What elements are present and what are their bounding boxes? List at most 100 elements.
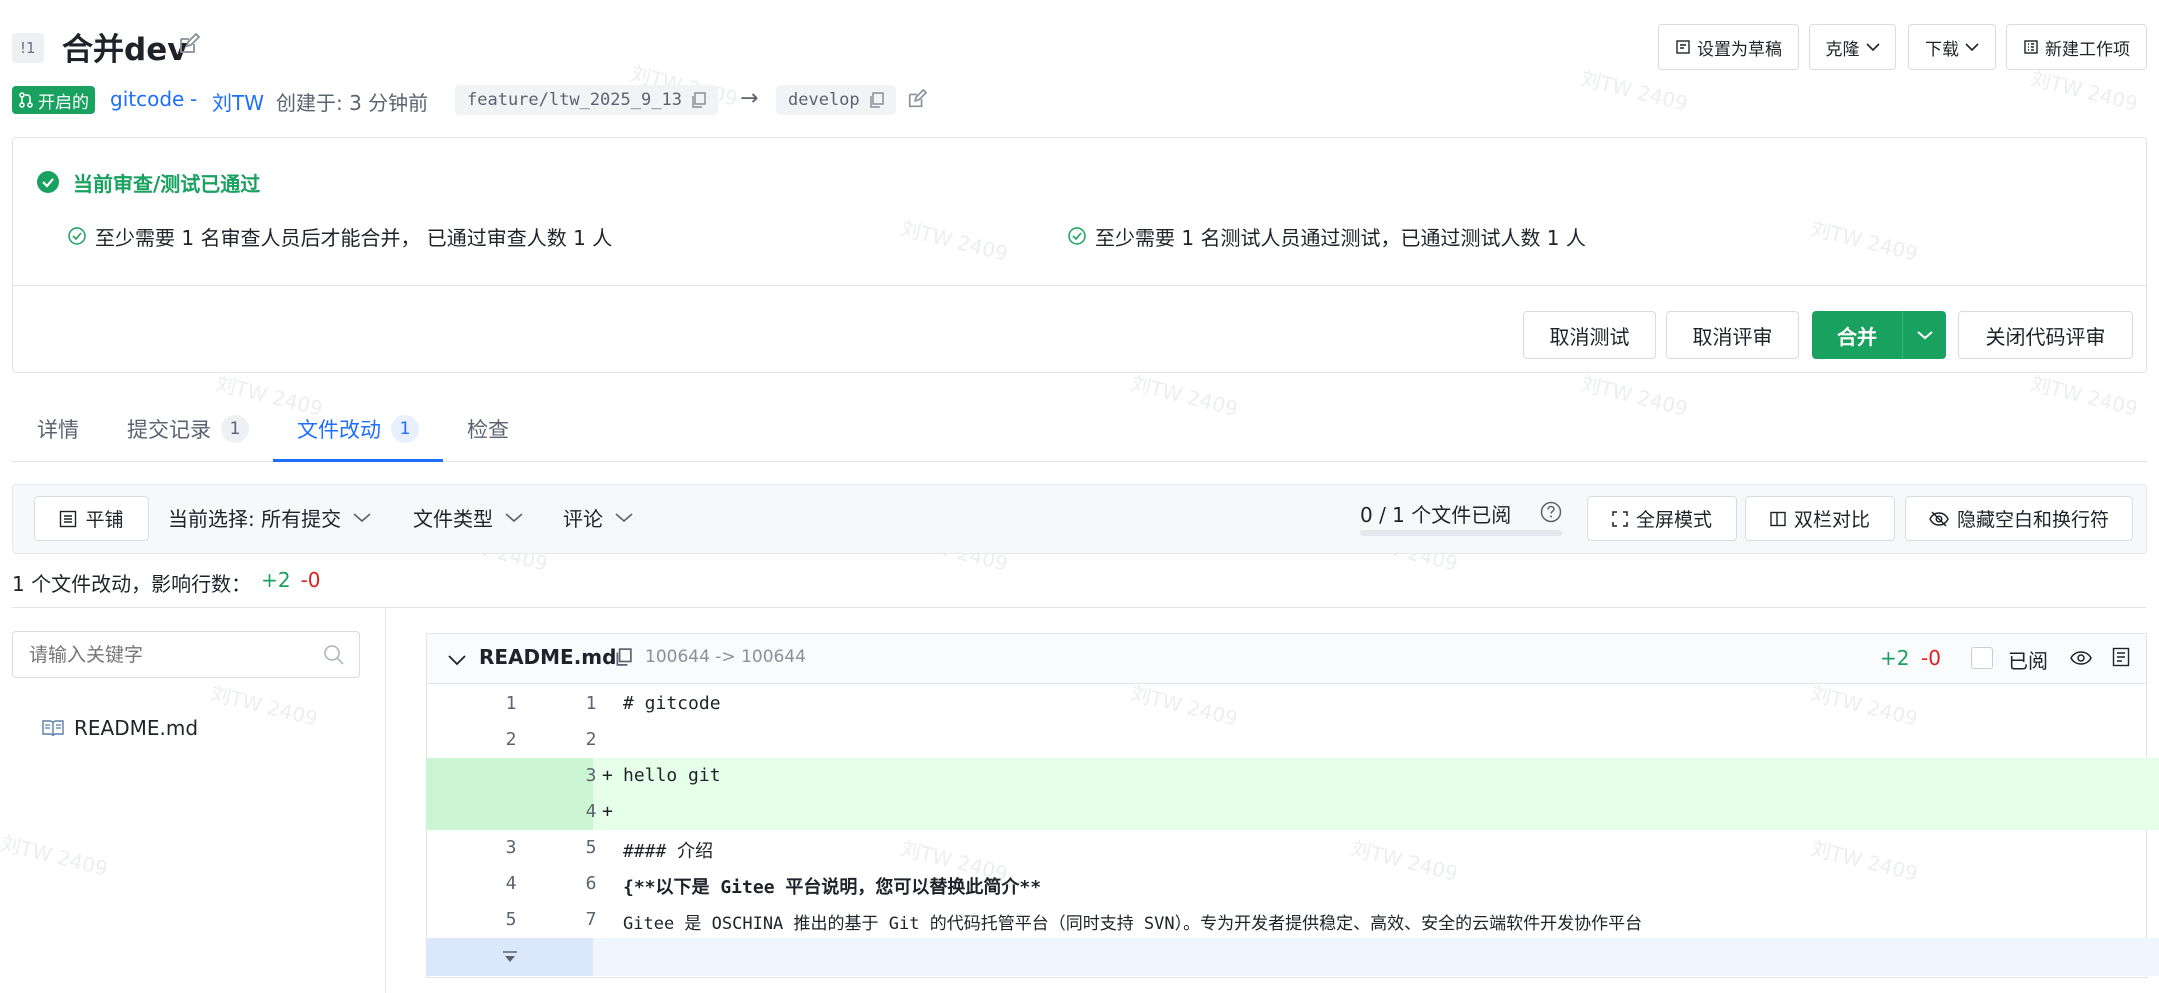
watermark: 刘TW 2409 — [1128, 371, 1241, 421]
set-draft-button[interactable]: 设置为草稿 — [1658, 24, 1799, 70]
status-label: 开启的 — [38, 92, 89, 113]
watermark: 刘TW 2409 — [1578, 371, 1691, 421]
merge-options-button[interactable] — [1903, 311, 1946, 359]
eye-icon[interactable] — [2069, 648, 2093, 668]
watermark: 刘TW 2409 — [0, 831, 111, 881]
tab-details[interactable]: 详情 — [37, 404, 79, 454]
copy-icon[interactable] — [690, 92, 706, 108]
diff-sign — [437, 837, 448, 858]
tab-commits[interactable]: 提交记录 1 — [127, 404, 249, 454]
comments-dropdown[interactable]: 评论 — [563, 503, 633, 532]
old-line-number: 3 — [505, 837, 517, 858]
edit-title-icon[interactable] — [177, 32, 201, 56]
diff-line-code: hello git — [623, 765, 721, 786]
tab-label: 文件改动 — [297, 418, 381, 442]
change-summary-text: 1 个文件改动，影响行数： — [12, 572, 252, 596]
cancel-test-button[interactable]: 取消测试 — [1523, 311, 1656, 359]
page-title: 合并dev — [62, 32, 188, 68]
download-button[interactable]: 下载 — [1908, 24, 1996, 70]
summary-divider — [12, 607, 2147, 608]
diff-sign: + — [602, 765, 613, 786]
copy-icon[interactable] — [613, 647, 633, 667]
clone-button[interactable]: 克隆 — [1809, 24, 1896, 70]
merge-button[interactable]: 合并 — [1812, 311, 1902, 359]
work-item-icon — [2023, 39, 2039, 55]
viewed-checkbox-label[interactable]: 已阅 — [2008, 645, 2048, 674]
file-view-icon[interactable] — [2111, 646, 2131, 668]
diff-line-code: #### 介绍 — [623, 841, 714, 862]
target-branch[interactable]: develop — [776, 85, 896, 115]
close-code-review-button[interactable]: 关闭代码评审 — [1958, 311, 2133, 359]
edit-branch-icon[interactable] — [906, 88, 928, 110]
branch-arrow: → — [740, 86, 759, 111]
author-link[interactable]: 刘TW — [212, 87, 264, 116]
search-icon[interactable] — [323, 644, 345, 666]
hide-whitespace-button[interactable]: 隐藏空白和换行符 — [1905, 496, 2133, 541]
diff-sign — [437, 873, 448, 894]
new-work-item-label: 新建工作项 — [2045, 39, 2130, 60]
change-summary: 1 个文件改动，影响行数： +2 -0 — [12, 568, 321, 597]
diff-line-code: # gitcode — [623, 693, 721, 714]
new-work-item-button[interactable]: 新建工作项 — [2006, 24, 2147, 70]
tab-file-changes[interactable]: 文件改动 1 — [297, 404, 419, 454]
cancel-review-button[interactable]: 取消评审 — [1666, 311, 1799, 359]
expand-lines-button[interactable] — [426, 938, 593, 976]
chevron-down-icon — [505, 512, 523, 523]
diff-sign — [437, 909, 448, 930]
source-branch-label: feature/ltw_2025_9_13 — [467, 90, 682, 110]
review-requirement-text: 至少需要 1 名审查人员后才能合并， 已通过审查人数 1 人 — [95, 226, 613, 250]
comments-label: 评论 — [563, 507, 603, 531]
fullscreen-button[interactable]: 全屏模式 — [1587, 496, 1737, 541]
tab-label: 提交记录 — [127, 418, 211, 442]
old-line-number: 4 — [505, 873, 517, 894]
file-tree-item[interactable]: README.md — [42, 716, 198, 740]
merge-split-button: 合并 — [1812, 311, 1946, 359]
tab-label: 详情 — [37, 418, 79, 442]
expand-lines-row — [426, 938, 2159, 976]
eye-off-icon — [1929, 511, 1949, 527]
chevron-down-icon — [1865, 42, 1880, 52]
set-draft-label: 设置为草稿 — [1697, 39, 1782, 60]
help-icon[interactable] — [1539, 500, 1563, 524]
tab-label: 检查 — [467, 418, 509, 442]
watermark: 刘TW 2409 — [208, 681, 321, 731]
viewed-progress-track — [1360, 530, 1562, 536]
diff-line-code: {**以下是 Gitee 平台说明，您可以替换此简介** — [623, 877, 1042, 898]
split-view-button[interactable]: 双栏对比 — [1745, 496, 1895, 541]
copy-icon[interactable] — [868, 92, 884, 108]
new-line-number: 1 — [585, 693, 597, 714]
diff-sign: + — [602, 801, 613, 822]
file-type-dropdown[interactable]: 文件类型 — [413, 503, 523, 532]
split-view-label: 双栏对比 — [1793, 509, 1870, 531]
commit-selection-label: 当前选择: 所有提交 — [168, 507, 342, 531]
collapse-chevron-icon[interactable] — [447, 650, 467, 670]
file-search-box — [12, 631, 360, 678]
test-requirement-text: 至少需要 1 名测试人员通过测试，已通过测试人数 1 人 — [1095, 226, 1586, 250]
download-label: 下载 — [1925, 39, 1959, 60]
old-line-number: 5 — [505, 909, 517, 930]
chevron-down-icon — [615, 512, 633, 523]
viewed-checkbox[interactable] — [1971, 647, 1993, 669]
file-search-input[interactable] — [13, 632, 313, 677]
diff-added-count: +2 — [1880, 646, 1910, 670]
diff-line: 2 2 — [426, 722, 2159, 758]
flat-view-label: 平铺 — [85, 509, 124, 531]
diff-line: 5 7 Gitee 是 OSCHINA 推出的基于 Git 的代码托管平台（同时… — [426, 902, 2159, 938]
source-branch[interactable]: feature/ltw_2025_9_13 — [455, 85, 718, 115]
markdown-file-icon — [42, 719, 64, 737]
file-tree-item-label: README.md — [74, 716, 199, 740]
fullscreen-icon — [1612, 510, 1628, 527]
tab-checks[interactable]: 检查 — [467, 404, 509, 454]
repo-link[interactable]: gitcode — [110, 87, 184, 111]
diff-line-added: 4 + — [426, 794, 2159, 830]
diff-line: 3 5 #### 介绍 — [426, 830, 2159, 866]
commit-selection-dropdown[interactable]: 当前选择: 所有提交 — [168, 503, 371, 532]
old-line-number: 2 — [505, 729, 517, 750]
watermark: 刘TW 2409 — [2028, 371, 2141, 421]
diff-line-code: Gitee 是 OSCHINA 推出的基于 Git 的代码托管平台（同时支持 S… — [623, 914, 1643, 934]
expand-down-icon — [501, 950, 519, 964]
created-time: 创建于: 3 分钟前 — [276, 91, 429, 115]
review-status-title: 当前审查/测试已通过 — [73, 172, 261, 196]
flat-view-button[interactable]: 平铺 — [34, 496, 149, 541]
tab-count-badge: 1 — [221, 415, 249, 443]
